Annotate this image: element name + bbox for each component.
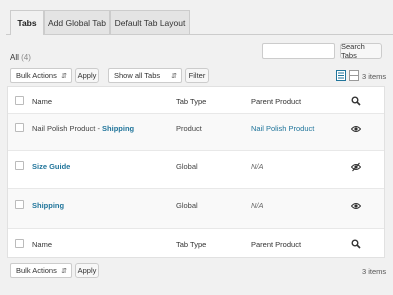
items-count-bottom: 3 items	[362, 267, 387, 276]
search-tabs-button[interactable]: Search Tabs	[340, 42, 382, 60]
search-icon	[351, 96, 361, 106]
bulk-actions-select[interactable]: Bulk Actions ⇵	[10, 68, 72, 83]
tab-add-global-tab[interactable]: Add Global Tab	[44, 10, 110, 34]
search-input[interactable]	[262, 43, 335, 59]
column-parent-product: Parent Product	[251, 97, 302, 106]
bulk-actions-value: Bulk Actions	[16, 266, 57, 275]
tab-name-link[interactable]: Shipping	[102, 124, 134, 133]
column-name[interactable]: Name	[32, 97, 52, 106]
items-count-top: 3 items	[362, 72, 387, 81]
table-header: Name Tab Type Parent Product	[8, 87, 384, 114]
row-checkbox[interactable]	[15, 123, 24, 132]
tab-tabs[interactable]: Tabs	[10, 10, 44, 35]
tab-name-link[interactable]: Size Guide	[32, 162, 70, 171]
table-row[interactable]: Nail Polish Product - Shipping Product N…	[8, 114, 384, 151]
column-name[interactable]: Name	[32, 240, 52, 249]
row-checkbox[interactable]	[15, 161, 24, 170]
filter-all-link[interactable]: All (4)	[10, 53, 31, 62]
search-icon	[351, 239, 361, 249]
eye-icon[interactable]	[351, 124, 361, 134]
bulk-actions-value: Bulk Actions	[16, 71, 57, 80]
tabs-divider	[6, 34, 393, 35]
eye-slash-icon[interactable]	[351, 162, 361, 172]
tabs-table: Name Tab Type Parent Product Nail Polish…	[7, 86, 385, 258]
select-all-checkbox[interactable]	[15, 239, 24, 248]
list-view-icon[interactable]	[336, 70, 346, 81]
parent-product-cell: N/A	[251, 162, 264, 171]
select-arrows-icon: ⇵	[61, 268, 67, 275]
column-tab-type: Tab Type	[176, 97, 207, 106]
tab-name-prefix: Nail Polish Product -	[32, 124, 103, 133]
eye-icon[interactable]	[351, 201, 361, 211]
select-all-checkbox[interactable]	[15, 96, 24, 105]
select-arrows-icon: ⇵	[61, 73, 67, 80]
table-row[interactable]: Shipping Global N/A	[8, 189, 384, 229]
tab-type-cell: Global	[176, 201, 198, 210]
filter-all-label: All	[10, 53, 19, 62]
tab-type-cell: Product	[176, 124, 202, 133]
table-footer: Name Tab Type Parent Product	[8, 229, 384, 259]
bulk-actions-select-bottom[interactable]: Bulk Actions ⇵	[10, 263, 72, 278]
tab-type-filter-value: Show all Tabs	[114, 71, 161, 80]
tab-name-cell: Nail Polish Product - Shipping	[32, 124, 134, 133]
table-row[interactable]: Size Guide Global N/A	[8, 151, 384, 189]
column-tab-type: Tab Type	[176, 240, 207, 249]
select-arrows-icon: ⇵	[171, 73, 177, 80]
filter-all-count: (4)	[21, 53, 31, 62]
filter-button[interactable]: Filter	[185, 68, 209, 83]
column-parent-product: Parent Product	[251, 240, 302, 249]
parent-product-link[interactable]: Nail Polish Product	[251, 124, 314, 133]
tab-type-filter-select[interactable]: Show all Tabs ⇵	[108, 68, 182, 83]
parent-product-cell: N/A	[251, 201, 264, 210]
apply-button[interactable]: Apply	[75, 68, 99, 83]
tab-name-link[interactable]: Shipping	[32, 201, 64, 210]
apply-button-bottom[interactable]: Apply	[75, 263, 99, 278]
excerpt-view-icon[interactable]	[349, 70, 359, 81]
tab-default-tab-layout[interactable]: Default Tab Layout	[110, 10, 190, 34]
row-checkbox[interactable]	[15, 200, 24, 209]
tab-type-cell: Global	[176, 162, 198, 171]
